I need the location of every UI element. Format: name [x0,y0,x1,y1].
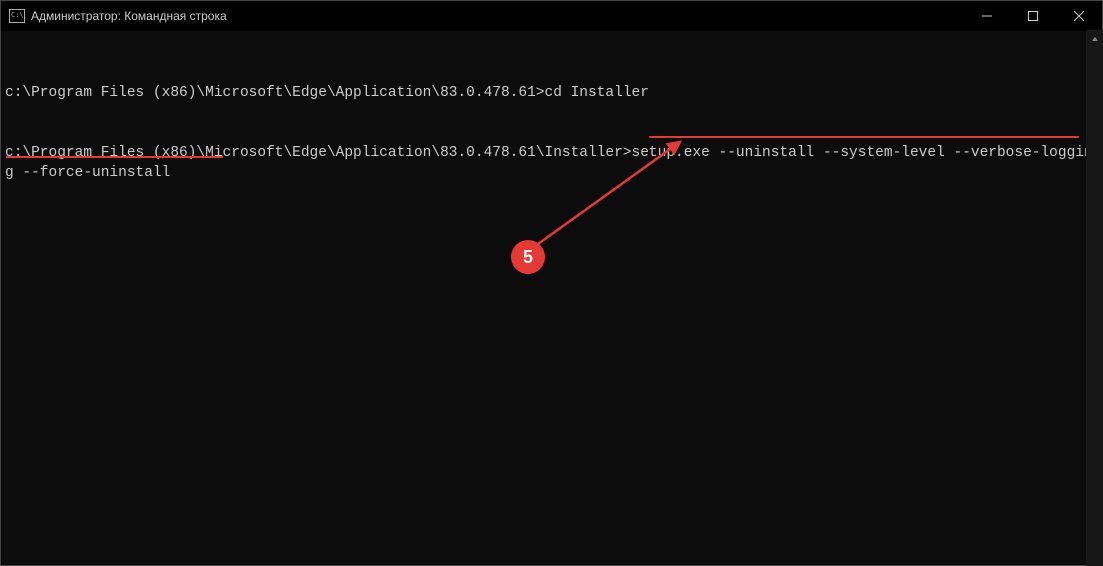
command-prompt-window: Администратор: Командная строка c:\Progr… [0,0,1103,566]
titlebar-left: Администратор: Командная строка [9,9,227,23]
scroll-up-button[interactable] [1086,30,1103,47]
annotation-step-badge: 5 [511,240,545,274]
window-controls [964,1,1102,31]
maximize-button[interactable] [1010,1,1056,31]
annotation-number: 5 [523,247,533,268]
terminal-content[interactable]: c:\Program Files (x86)\Microsoft\Edge\Ap… [1,31,1102,565]
annotation-underline-2 [6,156,223,158]
cmd-icon [9,9,25,23]
annotation-underline-1 [649,136,1079,138]
titlebar[interactable]: Администратор: Командная строка [1,1,1102,31]
prompt-2: c:\Program Files (x86)\Microsoft\Edge\Ap… [5,145,632,161]
prompt-1: c:\Program Files (x86)\Microsoft\Edge\Ap… [5,85,545,101]
command-1: cd Installer [545,85,649,101]
close-button[interactable] [1056,1,1102,31]
vertical-scrollbar[interactable] [1086,30,1103,566]
window-title: Администратор: Командная строка [31,9,227,23]
minimize-button[interactable] [964,1,1010,31]
